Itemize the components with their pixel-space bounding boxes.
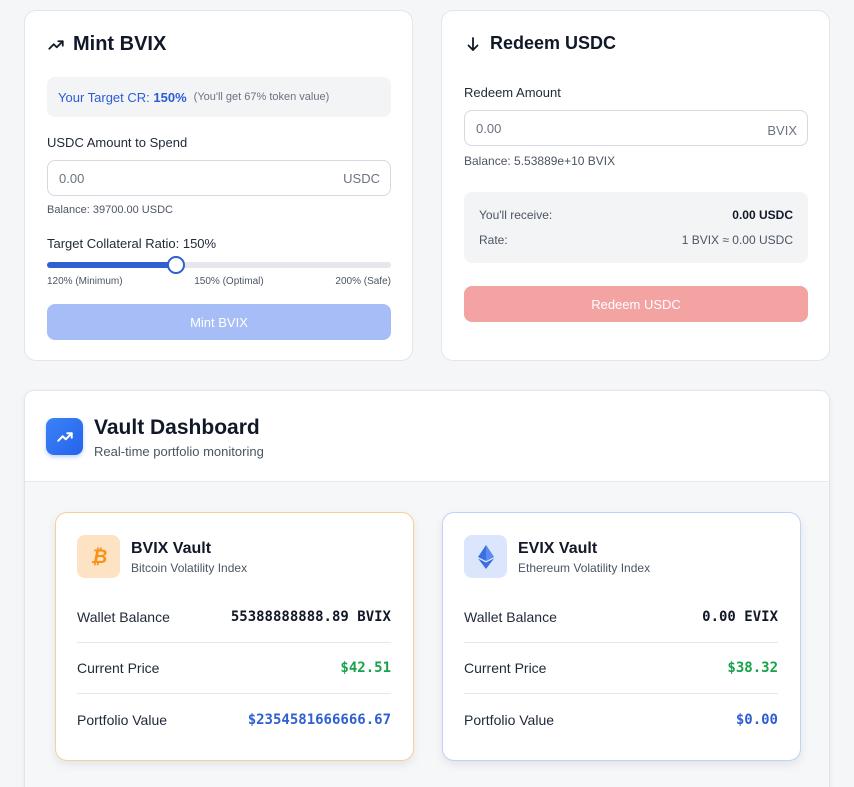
vault-title: EVIX Vault xyxy=(518,540,598,557)
portfolio-value-value: $2354581666666.67 xyxy=(247,711,391,728)
mint-title: Mint BVIX xyxy=(47,33,166,56)
target-cr-value: 150% xyxy=(153,89,187,105)
wallet-balance-row: Wallet Balance 55388888888.89 BVIX xyxy=(77,592,391,643)
tick-safe: 200% (Safe) xyxy=(335,276,391,287)
slider-thumb[interactable] xyxy=(167,256,185,274)
dashboard-subtitle: Real-time portfolio monitoring xyxy=(94,444,264,459)
redeem-title-text: Redeem USDC xyxy=(490,33,617,53)
bitcoin-icon: ₿ xyxy=(90,546,107,568)
mint-card: Mint BVIX Your Target CR: 150% (You'll g… xyxy=(24,10,413,361)
receive-row: You'll receive: 0.00 USDC xyxy=(479,208,793,222)
current-price-value: $38.32 xyxy=(727,660,778,676)
bvix-unit-label: BVIX xyxy=(767,123,797,138)
usdc-amount-input[interactable] xyxy=(59,170,259,186)
slider-fill xyxy=(47,262,176,268)
arrow-down-icon xyxy=(467,36,479,51)
usdc-amount-field[interactable]: USDC xyxy=(47,160,391,196)
trending-up-icon xyxy=(48,39,64,50)
slider-ticks: 120% (Minimum) 150% (Optimal) 200% (Safe… xyxy=(47,276,391,287)
receive-label: You'll receive: xyxy=(479,208,553,222)
usdc-unit-label: USDC xyxy=(343,170,380,186)
usdc-balance: Balance: 39700.00 USDC xyxy=(47,204,173,216)
target-cr-label: Your Target CR: xyxy=(58,89,150,105)
rate-value: 1 BVIX ≈ 0.00 USDC xyxy=(681,233,793,247)
dashboard-title: Vault Dashboard xyxy=(94,416,260,439)
svg-text:₿: ₿ xyxy=(90,546,107,568)
portfolio-value-label: Portfolio Value xyxy=(464,711,555,728)
vault-title: BVIX Vault xyxy=(131,540,212,557)
current-price-label: Current Price xyxy=(77,660,160,676)
redeem-amount-field[interactable]: BVIX xyxy=(464,110,808,146)
dashboard-icon-badge xyxy=(46,418,83,455)
collateral-ratio-label: Target Collateral Ratio: 150% xyxy=(47,236,217,251)
trending-up-icon xyxy=(56,431,73,442)
tick-minimum: 120% (Minimum) xyxy=(47,276,123,287)
tick-optimal: 150% (Optimal) xyxy=(194,276,264,287)
rate-label: Rate: xyxy=(479,233,508,247)
vault-subtitle: Bitcoin Volatility Index xyxy=(131,561,248,575)
portfolio-value-row: Portfolio Value $2354581666666.67 xyxy=(77,694,391,745)
vault-subtitle: Ethereum Volatility Index xyxy=(518,561,651,575)
usdc-amount-label: USDC Amount to Spend xyxy=(47,135,188,150)
bvix-vault-card: ₿ BVIX Vault Bitcoin Volatility Index Wa… xyxy=(55,512,414,761)
redeem-title: Redeem USDC xyxy=(464,33,616,54)
wallet-balance-row: Wallet Balance 0.00 EVIX xyxy=(464,592,778,643)
portfolio-value-row: Portfolio Value $0.00 xyxy=(464,694,778,745)
current-price-row: Current Price $38.32 xyxy=(464,643,778,694)
portfolio-value-label: Portfolio Value xyxy=(77,711,168,728)
current-price-row: Current Price $42.51 xyxy=(77,643,391,694)
evix-vault-card: EVIX Vault Ethereum Volatility Index Wal… xyxy=(442,512,801,761)
ethereum-icon-badge xyxy=(464,535,507,578)
bitcoin-icon-badge: ₿ xyxy=(77,535,120,578)
collateral-ratio-slider[interactable] xyxy=(47,256,391,274)
redeem-amount-label: Redeem Amount xyxy=(464,85,561,100)
target-cr-note: (You'll get 67% token value) xyxy=(193,91,330,103)
wallet-balance-label: Wallet Balance xyxy=(464,609,557,625)
wallet-balance-value: 0.00 EVIX xyxy=(702,609,778,625)
target-cr-box: Your Target CR: 150% (You'll get 67% tok… xyxy=(47,77,391,117)
redeem-amount-input[interactable] xyxy=(476,120,676,136)
mint-title-text: Mint BVIX xyxy=(73,33,167,55)
rate-row: Rate: 1 BVIX ≈ 0.00 USDC xyxy=(479,233,793,247)
current-price-label: Current Price xyxy=(464,660,547,676)
ethereum-icon xyxy=(477,544,494,569)
dashboard-header: Vault Dashboard Real-time portfolio moni… xyxy=(25,391,829,482)
redeem-button[interactable]: Redeem USDC xyxy=(464,286,808,322)
bvix-balance: Balance: 5.53889e+10 BVIX xyxy=(464,154,616,168)
mint-button[interactable]: Mint BVIX xyxy=(47,304,391,340)
vault-dashboard: Vault Dashboard Real-time portfolio moni… xyxy=(24,390,830,787)
current-price-value: $42.51 xyxy=(340,660,391,676)
receive-value: 0.00 USDC xyxy=(732,208,793,222)
wallet-balance-label: Wallet Balance xyxy=(77,609,170,625)
wallet-balance-value: 55388888888.89 BVIX xyxy=(230,609,391,625)
redeem-card: Redeem USDC Redeem Amount BVIX Balance: … xyxy=(441,10,830,361)
portfolio-value-value: $0.00 xyxy=(735,711,778,728)
redeem-summary: You'll receive: 0.00 USDC Rate: 1 BVIX ≈… xyxy=(464,192,808,263)
